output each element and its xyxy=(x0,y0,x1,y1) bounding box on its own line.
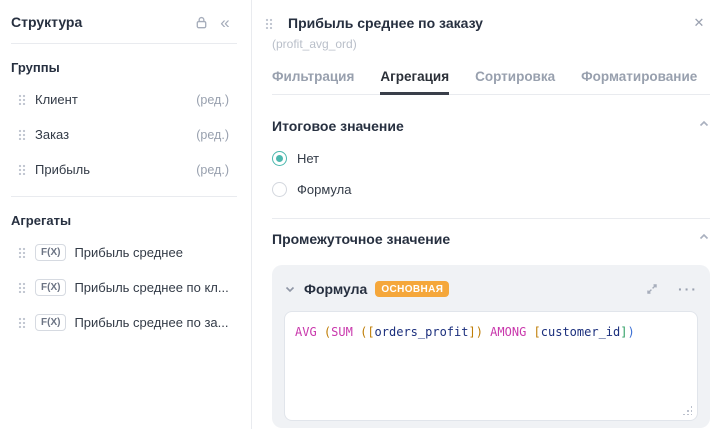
intermediate-value-section-header: Промежуточное значение xyxy=(272,230,710,248)
collapse-glyph: « xyxy=(220,12,230,32)
list-item-group-order[interactable]: Заказ (ред.) xyxy=(11,124,237,145)
formula-fx-badge: F(X) xyxy=(35,279,67,296)
field-settings-panel: Прибыль среднее по заказу ✕ (profit_avg_… xyxy=(252,0,722,429)
aggregate-item-label: Прибыль среднее по кл... xyxy=(74,280,229,295)
drag-handle-icon[interactable] xyxy=(18,282,26,293)
intermediate-value-title: Промежуточное значение xyxy=(272,231,451,247)
collapse-sidebar-icon[interactable]: « xyxy=(213,10,237,34)
radio-icon[interactable] xyxy=(272,182,287,197)
tab-bar: Фильтрация Агрегация Сортировка Форматир… xyxy=(272,60,710,95)
drag-handle-icon[interactable] xyxy=(18,164,26,175)
groups-section-title: Группы xyxy=(11,60,60,75)
panel-header: Прибыль среднее по заказу ✕ xyxy=(258,12,710,34)
structure-sidebar: Структура « Группы Клиент (ред.) Заказ (… xyxy=(0,0,252,429)
formula-code[interactable]: AVG (SUM ([orders_profit]) AMONG [custom… xyxy=(295,324,687,341)
group-item-label: Прибыль xyxy=(35,162,90,177)
radio-option-formula[interactable]: Формула xyxy=(272,182,710,197)
section-divider xyxy=(272,218,710,219)
lock-icon[interactable] xyxy=(189,10,213,34)
formula-fx-badge: F(X) xyxy=(35,244,67,261)
tab-filtering[interactable]: Фильтрация xyxy=(272,60,354,94)
sidebar-divider xyxy=(11,43,237,44)
aggregate-item-label: Прибыль среднее по за... xyxy=(74,315,229,330)
expand-icon[interactable] xyxy=(640,277,664,301)
tab-sorting[interactable]: Сортировка xyxy=(475,60,555,94)
close-glyph: ✕ xyxy=(693,15,705,30)
list-item-aggregate-1[interactable]: F(X) Прибыль среднее xyxy=(11,242,237,263)
close-icon[interactable]: ✕ xyxy=(688,12,710,34)
field-id-subtitle: (profit_avg_ord) xyxy=(272,37,357,51)
more-options-icon[interactable]: ··· xyxy=(678,282,698,296)
total-value-section-header: Итоговое значение xyxy=(272,117,710,135)
radio-icon[interactable] xyxy=(272,151,287,166)
drag-handle-icon[interactable] xyxy=(18,129,26,140)
sidebar-header: Структура « xyxy=(11,10,237,34)
drag-handle-icon[interactable] xyxy=(18,317,26,328)
edit-link[interactable]: (ред.) xyxy=(196,128,229,142)
aggregates-section-title: Агрегаты xyxy=(11,213,72,228)
edit-link[interactable]: (ред.) xyxy=(196,163,229,177)
chevron-up-icon[interactable] xyxy=(698,117,710,135)
resize-handle-icon[interactable] xyxy=(682,405,692,415)
list-item-group-client[interactable]: Клиент (ред.) xyxy=(11,89,237,110)
list-item-group-profit[interactable]: Прибыль (ред.) xyxy=(11,159,237,180)
radio-label: Формула xyxy=(297,182,352,197)
formula-card-header: Формула ОСНОВНАЯ ··· xyxy=(284,277,698,301)
radio-label: Нет xyxy=(297,151,320,166)
drag-handle-icon[interactable] xyxy=(18,94,26,105)
total-value-title: Итоговое значение xyxy=(272,118,404,134)
formula-editor[interactable]: AVG (SUM ([orders_profit]) AMONG [custom… xyxy=(284,311,698,421)
formula-card-title: Формула xyxy=(304,281,368,297)
drag-handle-icon[interactable] xyxy=(265,17,273,29)
list-item-aggregate-2[interactable]: F(X) Прибыль среднее по кл... xyxy=(11,277,237,298)
field-editor-window: Структура « Группы Клиент (ред.) Заказ (… xyxy=(0,0,722,429)
edit-link[interactable]: (ред.) xyxy=(196,93,229,107)
tab-aggregation[interactable]: Агрегация xyxy=(380,60,449,95)
chevron-down-icon[interactable] xyxy=(284,283,296,295)
panel-title: Прибыль среднее по заказу xyxy=(288,15,483,31)
chevron-up-icon[interactable] xyxy=(698,230,710,248)
radio-option-none[interactable]: Нет xyxy=(272,151,710,166)
sidebar-divider xyxy=(11,196,237,197)
drag-handle-icon[interactable] xyxy=(18,247,26,258)
aggregate-item-label: Прибыль среднее xyxy=(74,245,183,260)
tab-formatting[interactable]: Форматирование xyxy=(581,60,697,94)
group-item-label: Заказ xyxy=(35,127,70,142)
group-item-label: Клиент xyxy=(35,92,78,107)
list-item-aggregate-3[interactable]: F(X) Прибыль среднее по за... xyxy=(11,312,237,333)
basic-badge: ОСНОВНАЯ xyxy=(375,281,450,297)
formula-fx-badge: F(X) xyxy=(35,314,67,331)
formula-card: Формула ОСНОВНАЯ ··· AVG (SUM ([orders_p… xyxy=(272,265,710,428)
sidebar-title: Структура xyxy=(11,14,83,30)
